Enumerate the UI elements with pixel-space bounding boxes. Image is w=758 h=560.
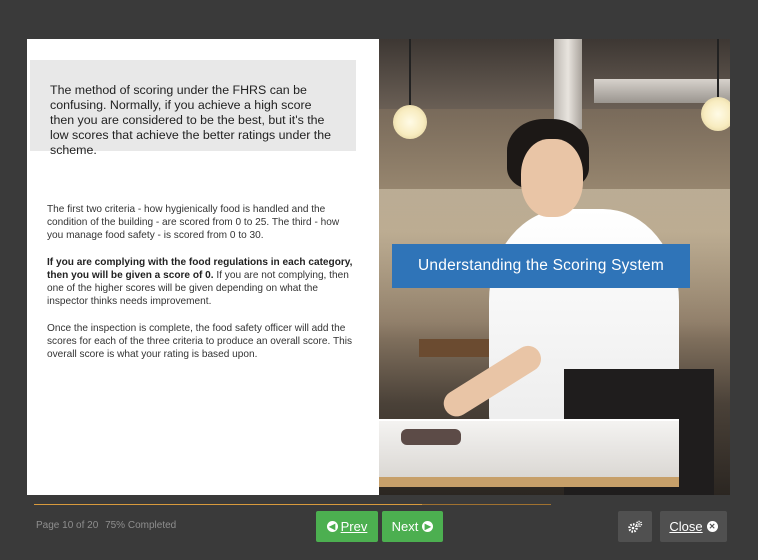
pendant-lamp <box>701 97 730 131</box>
close-button-label: Close <box>669 519 703 534</box>
prev-button[interactable]: ◀ Prev <box>316 511 378 542</box>
progress-track <box>34 504 551 505</box>
photo-table-edge <box>379 477 679 487</box>
prev-button-label: Prev <box>340 519 368 534</box>
lamp-wire <box>717 39 719 99</box>
gears-icon <box>628 520 643 533</box>
chevron-right-circle-icon: ▶ <box>422 521 434 532</box>
chevron-left-circle-icon: ◀ <box>326 521 338 532</box>
paragraph-overall: Once the inspection is complete, the foo… <box>47 323 353 360</box>
page-info: Page 10 of 20 75% Completed <box>36 520 180 531</box>
lamp-wire <box>409 39 411 105</box>
intro-callout: The method of scoring under the FHRS can… <box>30 60 356 157</box>
close-button[interactable]: Close ✕ <box>660 511 727 542</box>
paragraph-complying: If you are complying with the food regul… <box>47 256 355 308</box>
next-button[interactable]: Next ▶ <box>382 511 443 542</box>
progress-fill <box>34 504 422 505</box>
paragraph-criteria: The first two criteria - how hygienicall… <box>47 204 340 241</box>
intro-text: The method of scoring under the FHRS can… <box>50 83 332 157</box>
pendant-lamp <box>393 105 427 139</box>
body-text: The first two criteria - how hygienicall… <box>47 203 355 375</box>
page-number: Page 10 of 20 <box>36 520 99 531</box>
x-circle-icon: ✕ <box>706 521 718 532</box>
settings-button[interactable] <box>618 511 652 542</box>
photo-duct <box>554 39 582 129</box>
completion-status: 75% Completed <box>105 520 177 531</box>
person-face <box>521 139 583 217</box>
slide-title-banner: Understanding the Scoring System <box>392 244 690 288</box>
text-panel: The method of scoring under the FHRS can… <box>27 39 379 495</box>
next-button-label: Next <box>391 519 419 534</box>
cleaning-cloth <box>401 429 461 445</box>
